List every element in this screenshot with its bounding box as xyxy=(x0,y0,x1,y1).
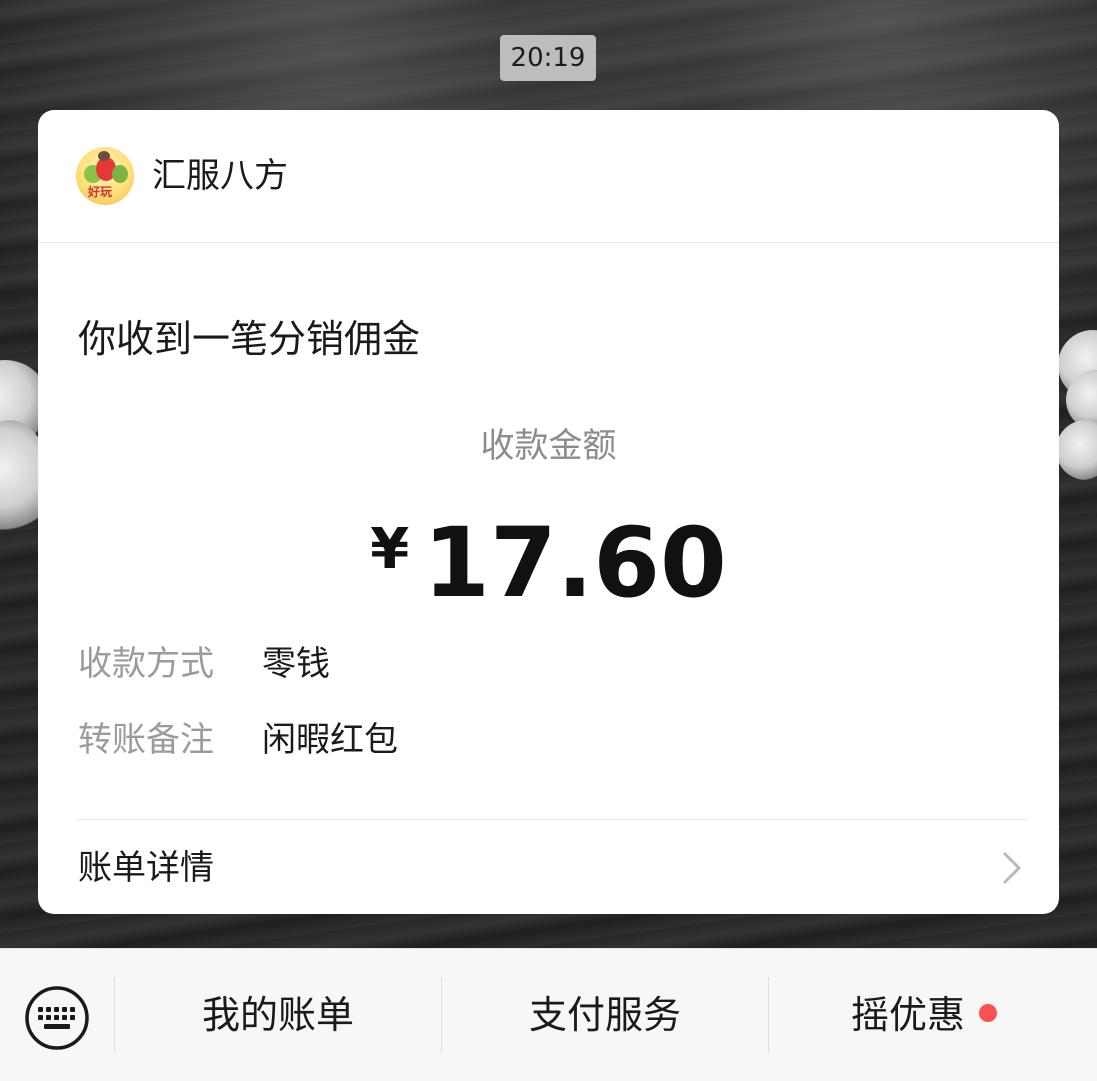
sender-name: 汇服八方 xyxy=(152,156,288,196)
amount-display: ¥17.60 xyxy=(38,508,1059,618)
amount-value: 17.60 xyxy=(423,507,727,619)
amount-label: 收款金额 xyxy=(480,426,617,466)
bottom-menu-bar: 我的账单 支付服务 摇优惠 xyxy=(0,948,1097,1081)
menu-my-bills[interactable]: 我的账单 xyxy=(115,977,441,1053)
detail-key: 收款方式 xyxy=(78,644,214,684)
card-header[interactable]: 好玩 汇服八方 xyxy=(38,110,1059,243)
detail-key: 转账备注 xyxy=(78,720,214,760)
fruit-logo-icon xyxy=(98,151,110,161)
notification-dot xyxy=(979,1004,997,1022)
menu-shake-deals-label: 摇优惠 xyxy=(850,993,965,1037)
keyboard-icon[interactable] xyxy=(24,985,90,1051)
detail-row-transfer-note: 转账备注 闲暇红包 xyxy=(78,718,398,762)
notice-title: 你收到一笔分销佣金 xyxy=(78,317,421,361)
detail-value: 零钱 xyxy=(262,644,330,684)
sender-avatar[interactable]: 好玩 xyxy=(76,147,134,205)
payment-notification-card[interactable]: 好玩 汇服八方 你收到一笔分销佣金 收款金额 ¥17.60 收款方式 零钱 转账备… xyxy=(38,110,1059,914)
menu-payment-services[interactable]: 支付服务 xyxy=(442,977,768,1053)
detail-value: 闲暇红包 xyxy=(262,720,398,760)
chat-background: 20:19 好玩 汇服八方 你收到一笔分销佣金 收款金额 ¥17.60 收款方式… xyxy=(0,0,1097,948)
background-flower xyxy=(1056,420,1097,480)
avatar-text: 好玩 xyxy=(88,185,113,199)
detail-row-payment-method: 收款方式 零钱 xyxy=(78,642,330,686)
chevron-right-icon xyxy=(1003,852,1021,884)
currency-symbol: ¥ xyxy=(370,517,410,582)
bill-detail-link[interactable]: 账单详情 xyxy=(38,820,1059,914)
bill-detail-label: 账单详情 xyxy=(78,848,214,888)
message-timestamp: 20:19 xyxy=(500,35,596,81)
fruit-logo-icon xyxy=(112,165,128,183)
menu-shake-deals[interactable]: 摇优惠 xyxy=(769,977,1079,1053)
